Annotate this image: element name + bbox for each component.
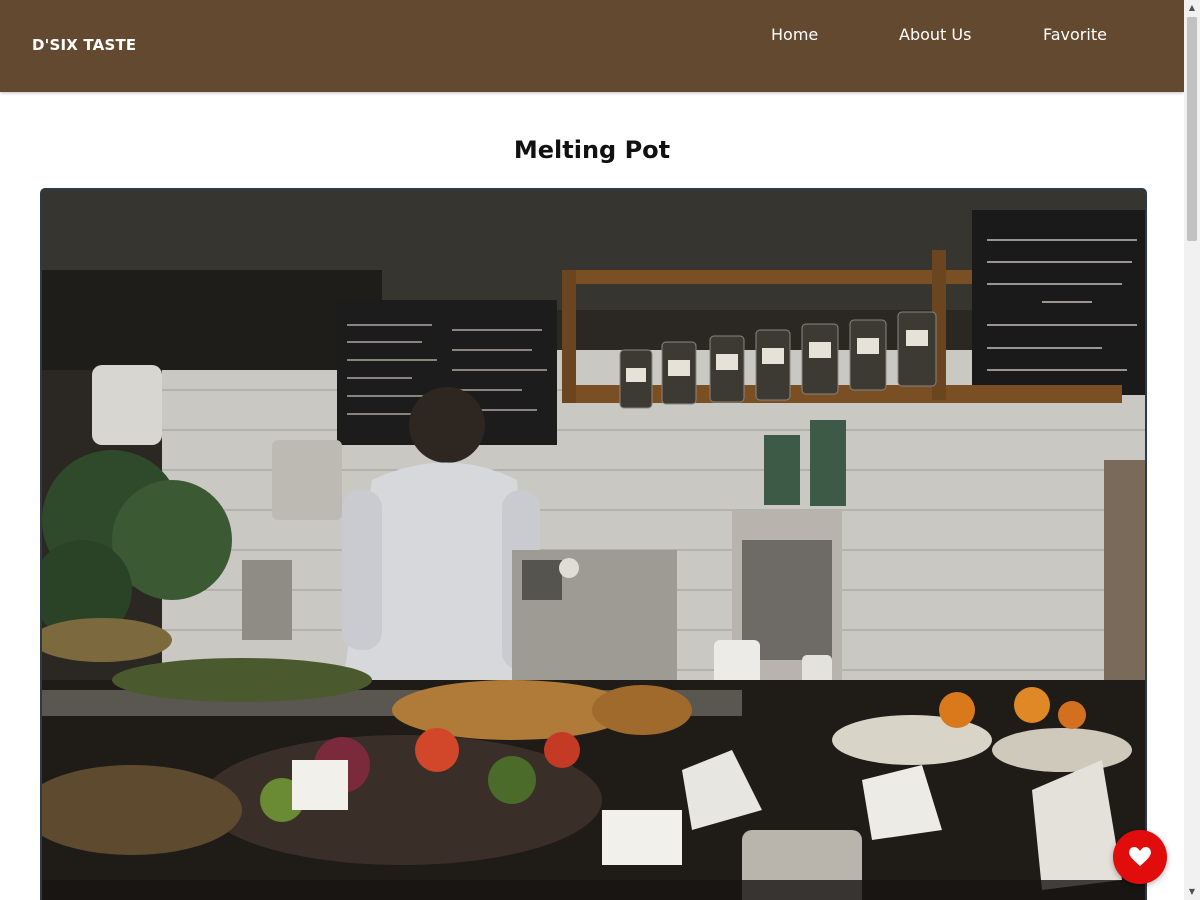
favorite-fab-button[interactable] (1113, 830, 1167, 884)
scrollbar-thumb[interactable] (1187, 17, 1197, 241)
page-scrollbar[interactable]: ▲ ▼ (1184, 0, 1200, 900)
nav-home-link[interactable]: Home (771, 25, 818, 44)
scroll-down-icon[interactable]: ▼ (1184, 884, 1200, 900)
cafe-photo-illustration (42, 190, 1145, 900)
page-title: Melting Pot (513, 136, 671, 164)
nav-about-link[interactable]: About Us (899, 25, 971, 44)
cafe-photo (40, 188, 1147, 900)
scroll-up-icon[interactable]: ▲ (1184, 0, 1200, 16)
heart-icon (1129, 847, 1151, 867)
top-navbar: D'SIX TASTE Home About Us Favorite (0, 0, 1184, 92)
brand-logo[interactable]: D'SIX TASTE (32, 36, 136, 54)
nav-favorite-link[interactable]: Favorite (1043, 25, 1107, 44)
